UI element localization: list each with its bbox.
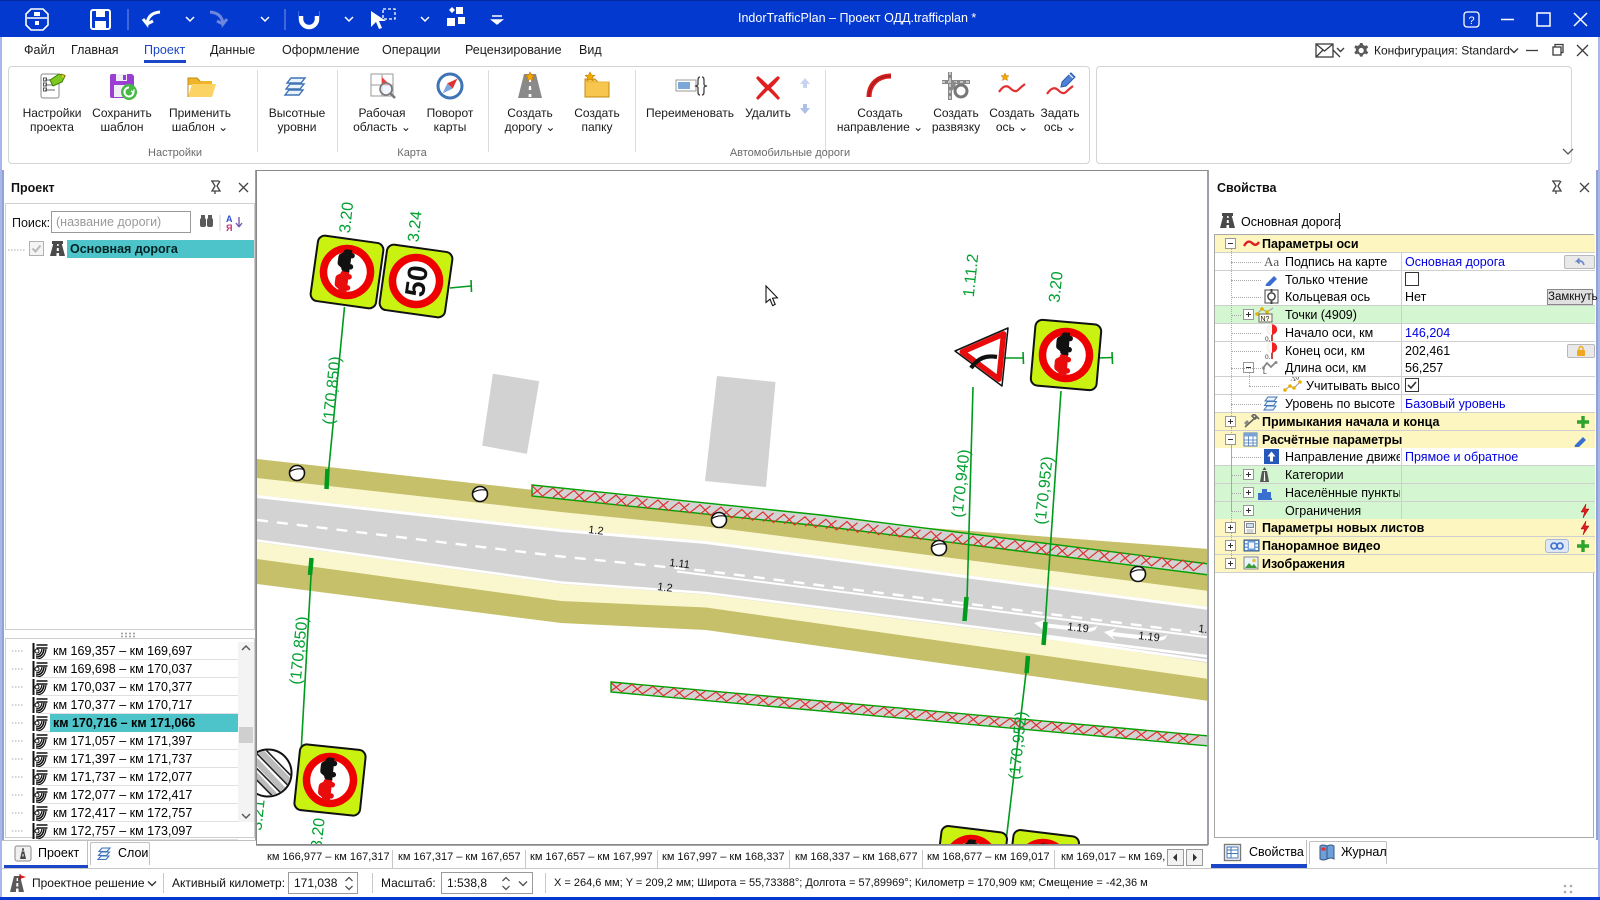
svg-text:Я: Я [226,223,232,233]
svg-text:3.24: 3.24 [405,210,425,243]
svg-text:3.20: 3.20 [1046,271,1066,304]
svg-text:Aa: Aa [1264,255,1279,268]
svg-text:(170,850): (170,850) [320,356,344,426]
svg-text:3.20: 3.20 [308,817,328,844]
svg-text:1.19: 1.19 [1138,630,1161,644]
svg-text:1.2: 1.2 [657,581,674,595]
svg-text:1.11.2: 1.11.2 [961,253,982,298]
svg-text:3.21: 3.21 [257,799,269,832]
svg-text:1.11: 1.11 [669,557,691,571]
svg-text:?: ? [1468,15,1474,27]
svg-text:3.20: 3.20 [337,201,357,234]
svg-text:1.2: 1.2 [588,524,605,538]
svg-text:1.19: 1.19 [1067,621,1090,635]
svg-text:1.: 1. [1198,623,1207,636]
svg-text:L: L [1263,369,1267,375]
svg-text:(170,850): (170,850) [287,616,311,686]
svg-text:N?: N? [1261,316,1270,323]
svg-text:50: 50 [399,263,434,298]
svg-text:Конфигурация: Standard: Конфигурация: Standard [1374,44,1510,58]
